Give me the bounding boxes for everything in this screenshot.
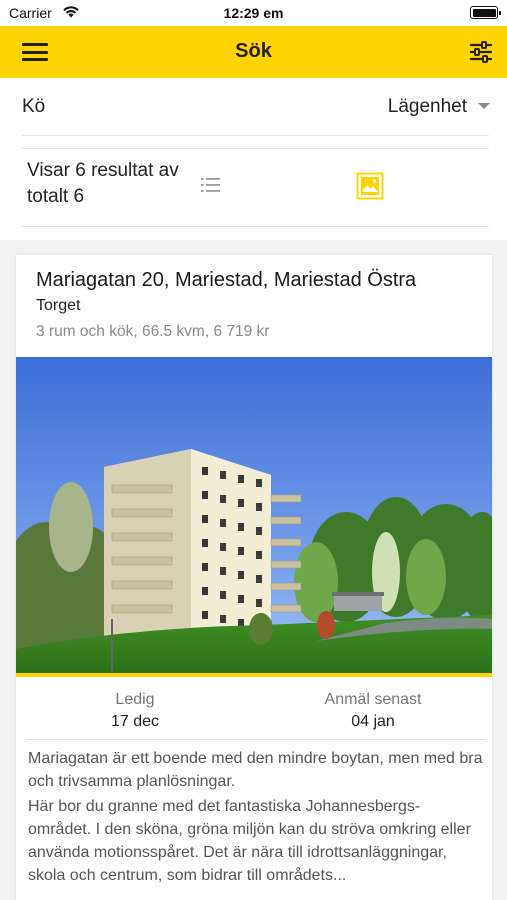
listing-details: 3 rum och kök, 66.5 kvm, 6 719 kr — [36, 323, 270, 340]
apply-deadline-date: 04 jan — [351, 713, 395, 730]
status-bar: Carrier 12:29 em — [0, 0, 507, 26]
listing-address: Mariagatan 20, Mariestad, Mariestad Östr… — [36, 269, 417, 291]
queue-filter[interactable]: Kö — [22, 96, 45, 118]
chevron-down-icon — [478, 103, 490, 109]
apply-deadline-label: Anmäl senast — [324, 691, 422, 708]
divider — [22, 148, 489, 149]
listing-photo[interactable] — [16, 357, 492, 675]
hamburger-menu-icon[interactable] — [22, 41, 48, 63]
list-icon[interactable] — [200, 176, 222, 194]
housing-type-select[interactable]: Lägenhet — [388, 96, 467, 118]
page-title: Sök — [235, 40, 272, 62]
results-header: Visar 6 resultat av totalt 6 — [0, 136, 507, 240]
image-icon[interactable] — [356, 172, 384, 200]
photo-accent-bar — [16, 673, 492, 677]
description-paragraph: Här bor du granne med det fantastiska Jo… — [28, 798, 471, 884]
filter-row: Kö Lägenhet — [0, 78, 507, 136]
divider — [26, 739, 486, 740]
apply-deadline-block: Anmäl senast 04 jan — [254, 691, 492, 731]
sliders-icon[interactable] — [469, 40, 493, 64]
available-date: 17 dec — [110, 713, 160, 730]
nav-bar: Sök — [0, 26, 507, 78]
listing-card[interactable]: Mariagatan 20, Mariestad, Mariestad Östr… — [16, 255, 492, 900]
divider — [22, 226, 489, 227]
results-count: Visar 6 resultat av totalt 6 — [27, 160, 179, 207]
listing-area: Torget — [36, 297, 81, 314]
battery-icon — [470, 6, 501, 19]
listing-description: Mariagatan är ett boende med den mindre … — [28, 747, 483, 889]
available-date-block: Ledig 17 dec — [16, 691, 254, 731]
available-label: Ledig — [115, 691, 155, 708]
description-paragraph: Mariagatan är ett boende med den mindre … — [28, 750, 483, 790]
clock: 12:29 em — [223, 5, 284, 21]
